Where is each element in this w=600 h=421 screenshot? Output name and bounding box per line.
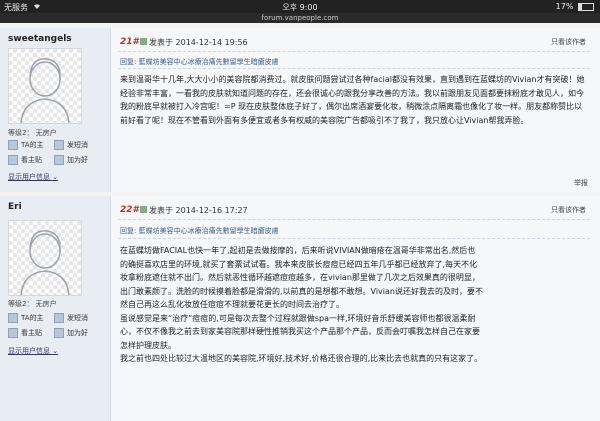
default-avatar-icon (20, 58, 70, 124)
divider (118, 68, 590, 69)
post-time: 发表于 2014-12-16 17:27 (140, 205, 248, 216)
username[interactable]: sweetangels (8, 34, 72, 44)
user-actions: TA的主 发短消 看主贴 加为好 (8, 313, 108, 343)
url-text: forum.vanpeople.com (261, 14, 339, 22)
message-icon (54, 140, 64, 150)
post-body-line: 妆拿粉底遮住就不出门。然后就恶性循环越遮痘痘越多，在vivian那里做了几次之后… (120, 273, 480, 282)
user-icon (8, 140, 18, 150)
post-body-line: 我之前也四处比较过大温地区的美容院,环境好,技术好,价格还很合理的,比来比去也就… (120, 354, 483, 363)
divider (118, 219, 590, 220)
send-message-link[interactable]: 发短消 (54, 313, 88, 323)
add-friend-link[interactable]: 加为好 (54, 155, 88, 165)
view-main-post-link[interactable]: 看主贴 (8, 155, 42, 165)
divider (118, 238, 590, 239)
user-level: 等级2： 无房户 (8, 129, 57, 137)
only-author-link[interactable]: 只看该作者 (551, 37, 586, 47)
post-content: 21# 发表于 2014-12-14 19:56 只看该作者 回复: 藍蝶坊美容… (112, 28, 600, 192)
post-icon (8, 155, 18, 165)
floor-number: 21# (120, 37, 139, 47)
user-actions: TA的主 发短消 看主贴 加为好 (8, 140, 108, 170)
message-icon (54, 313, 64, 323)
report-link[interactable]: 举报 (574, 178, 588, 188)
post-body-line: 心，不仅不像我之前去到家美容院那样硬性推销我买这个产品那个产品，反而会叮嘱我怎样… (120, 327, 480, 336)
url-bar[interactable]: forum.vanpeople.com (0, 13, 600, 23)
floor-number: 22# (120, 205, 139, 215)
post-content: 22# 发表于 2014-12-16 17:27 只看该作者 回复: 藍蝶坊美容… (112, 196, 600, 421)
chevron-down-icon: ⌄ (52, 347, 59, 355)
user-threads-link[interactable]: TA的主 (8, 313, 44, 323)
post-time-icon (140, 38, 147, 45)
post-time: 发表于 2014-12-14 19:56 (140, 37, 248, 48)
user-sidebar: sweetangels 等级2： 无房户 TA的主 发短消 看主贴 加为好 显示… (0, 28, 111, 192)
post-icon (8, 328, 18, 338)
battery-percent: 17% (555, 2, 574, 11)
show-user-info-link[interactable]: 显示用户信息 ⌄ (8, 172, 58, 182)
clock: 오후 9:00 (282, 3, 318, 12)
user-sidebar: Eri 等级2： 无房户 TA的主 发短消 看主贴 加为好 显示用户信息 ⌄ (0, 196, 111, 421)
view-main-post-link[interactable]: 看主贴 (8, 328, 42, 338)
chevron-down-icon: ⌄ (52, 173, 59, 181)
forum-post: sweetangels 等级2： 无房户 TA的主 发短消 看主贴 加为好 显示… (0, 28, 600, 192)
forum-post: Eri 等级2： 无房户 TA的主 发短消 看主贴 加为好 显示用户信息 ⌄ 2… (0, 196, 600, 421)
default-avatar-icon (20, 230, 70, 296)
avatar[interactable] (8, 48, 82, 124)
post-body: 来到温哥华十几年,大大小小的美容院都消费过。就皮肤问题尝试过各种facial都没… (120, 75, 585, 125)
status-bar: 无服务 오후 9:00 17% (0, 0, 600, 13)
avatar[interactable] (8, 220, 82, 296)
post-body-line: 出门敢素颜了。洗脸的时候摸着脸都是滑滑的,以前真的是想都不敢想。Vivian说还… (120, 286, 483, 296)
post-body: 在蓝蝶坊做FACIAL也快一年了,起初是去做按摩的，后来听说VIVIAN做暗疮在… (120, 244, 586, 366)
battery-icon (578, 2, 594, 11)
only-author-link[interactable]: 只看该作者 (551, 205, 586, 215)
send-message-link[interactable]: 发短消 (54, 140, 88, 150)
reply-title: 回复: 藍蝶坊美容中心冰療治痛先數留學生暗瘡皮膚 (120, 227, 279, 235)
show-user-info-link[interactable]: 显示用户信息 ⌄ (8, 346, 58, 356)
post-body-line: 然自己再这么乱化妆放任痘痘不理就要花更长的时间去治疗了。 (120, 300, 344, 309)
post-body-line: 怎样护理皮肤。 (120, 340, 176, 350)
divider (118, 51, 590, 52)
add-friend-icon (54, 155, 64, 165)
post-body-line: 在蓝蝶坊做FACIAL也快一年了,起初是去做按摩的，后来听说VIVIAN做暗疮在… (120, 246, 476, 255)
user-threads-link[interactable]: TA的主 (8, 140, 44, 150)
add-friend-icon (54, 328, 64, 338)
username[interactable]: Eri (8, 202, 22, 212)
add-friend-link[interactable]: 加为好 (54, 328, 88, 338)
user-icon (8, 313, 18, 323)
post-body-line: 的确挺喜欢店里的环境,就买了套票试试看。我本来皮肤长痘痘已经四五年几乎都已经放弃… (120, 259, 478, 269)
post-body-line: 虽说感觉是来“治疗”痘痘的,可是每次去整个过程就跟做spa一样,环境好音乐舒缓美… (120, 313, 476, 323)
battery-indicator: 17% (556, 2, 594, 11)
post-time-icon (140, 206, 147, 213)
user-level: 等级2： 无房户 (8, 300, 57, 308)
reply-title: 回复: 藍蝶坊美容中心冰療治痛先數留學生暗瘡皮膚 (120, 58, 279, 66)
